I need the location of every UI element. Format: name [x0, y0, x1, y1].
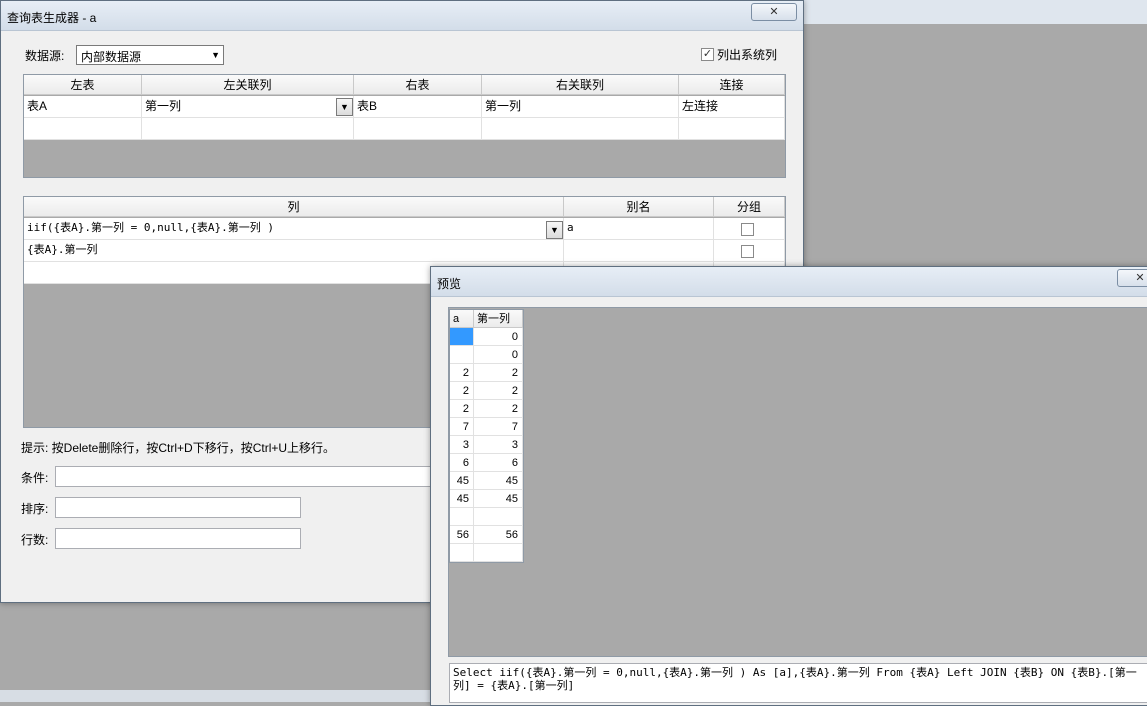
rowcount-label: 行数: [21, 533, 49, 547]
preview-cell-first-column[interactable]: 7 [474, 418, 523, 436]
preview-cell-a[interactable]: 6 [450, 454, 474, 472]
preview-cell-first-column[interactable]: 2 [474, 400, 523, 418]
column-cell-expression[interactable]: {表A}.第一列 [24, 240, 564, 262]
column-cell-group [714, 240, 785, 262]
sql-preview-text[interactable]: Select iif({表A}.第一列 = 0,null,{表A}.第一列 ) … [449, 663, 1147, 703]
preview-cell-a[interactable]: 2 [450, 382, 474, 400]
sort-label: 排序: [21, 502, 49, 516]
join-cell-right-column[interactable]: 第一列 [482, 96, 679, 118]
column-header-expression: 列 [24, 197, 564, 217]
chevron-down-icon[interactable]: ▼ [546, 221, 563, 239]
close-button[interactable]: ✕ [751, 3, 797, 21]
column-header-group: 分组 [714, 197, 785, 217]
column-cell-group [714, 218, 785, 240]
rowcount-input[interactable] [55, 528, 301, 549]
list-system-checkbox[interactable]: ✓ [701, 48, 714, 61]
column-header-alias: 别名 [564, 197, 714, 217]
preview-cell-a[interactable]: 3 [450, 436, 474, 454]
join-new-row-cell[interactable] [142, 118, 354, 140]
preview-cell-a[interactable]: 7 [450, 418, 474, 436]
column-cell-alias[interactable]: a [564, 218, 714, 240]
preview-cell-first-column[interactable]: 6 [474, 454, 523, 472]
condition-input[interactable] [55, 466, 435, 487]
datasource-value: 内部数据源 [81, 50, 142, 64]
titlebar: 查询表生成器 - a ✕ [1, 1, 803, 31]
join-new-row-cell[interactable] [679, 118, 785, 140]
join-header-right-column: 右关联列 [482, 75, 679, 95]
group-checkbox[interactable] [741, 223, 754, 236]
preview-cell-first-column[interactable]: 45 [474, 472, 523, 490]
datasource-select[interactable]: 内部数据源 ▼ [76, 45, 224, 65]
preview-window: 预览 ✕ a 第一列 0 0 2 2 2 2 2 2 7 7 3 3 6 6 45 45 45 45 56 56 Se… [430, 266, 1147, 706]
preview-cell-a[interactable] [450, 544, 474, 562]
background-strip-bottom [0, 690, 440, 702]
chevron-down-icon[interactable]: ▼ [336, 98, 353, 116]
preview-grid: a 第一列 0 0 2 2 2 2 2 2 7 7 3 3 6 6 45 45 45 45 56 56 [449, 309, 524, 563]
preview-cell-first-column[interactable]: 2 [474, 382, 523, 400]
join-new-row-cell[interactable] [354, 118, 482, 140]
join-cell-left-table[interactable]: 表A [24, 96, 142, 118]
preview-cell-a[interactable]: 45 [450, 490, 474, 508]
sort-input[interactable] [55, 497, 301, 518]
group-checkbox[interactable] [741, 245, 754, 258]
preview-cell-first-column[interactable]: 3 [474, 436, 523, 454]
join-grid: 左表 左关联列 右表 右关联列 连接 表A 第一列 ▼ 表B 第一列 左连接 [23, 74, 786, 178]
join-header-join-type: 连接 [679, 75, 785, 95]
column-cell-alias[interactable] [564, 240, 714, 262]
join-header-left-table: 左表 [24, 75, 142, 95]
chevron-down-icon: ▼ [211, 50, 220, 60]
hint-text: 提示: 按Delete删除行，按Ctrl+D下移行，按Ctrl+U上移行。 [21, 441, 336, 455]
preview-titlebar: 预览 ✕ [431, 267, 1147, 297]
preview-cell-a[interactable] [450, 346, 474, 364]
datasource-label: 数据源: [25, 49, 65, 63]
window-title: 查询表生成器 - a [7, 11, 97, 25]
list-system-label: 列出系统列 [717, 48, 778, 62]
preview-grid-area [448, 307, 1147, 657]
preview-cell-first-column[interactable]: 2 [474, 364, 523, 382]
preview-cell-first-column[interactable] [474, 544, 523, 562]
preview-cell-a[interactable] [450, 508, 474, 526]
join-header-left-column: 左关联列 [142, 75, 354, 95]
preview-cell-first-column[interactable]: 56 [474, 526, 523, 544]
preview-cell-first-column[interactable] [474, 508, 523, 526]
join-cell-right-table[interactable]: 表B [354, 96, 482, 118]
preview-cell-a[interactable]: 2 [450, 400, 474, 418]
preview-cell-first-column[interactable]: 45 [474, 490, 523, 508]
column-cell-expression[interactable]: iif({表A}.第一列 = 0,null,{表A}.第一列 ) [24, 218, 564, 240]
join-cell-left-column[interactable]: 第一列 [142, 96, 354, 118]
preview-cell-first-column[interactable]: 0 [474, 328, 523, 346]
preview-title: 预览 [437, 277, 462, 291]
join-new-row-cell[interactable] [24, 118, 142, 140]
join-new-row-cell[interactable] [482, 118, 679, 140]
background-area-bottom [0, 602, 440, 702]
preview-cell-a[interactable] [450, 328, 474, 346]
preview-cell-a[interactable]: 2 [450, 364, 474, 382]
condition-label: 条件: [21, 471, 49, 485]
preview-header-first-column: 第一列 [474, 310, 523, 328]
close-button[interactable]: ✕ [1117, 269, 1147, 287]
preview-cell-first-column[interactable]: 0 [474, 346, 523, 364]
preview-cell-a[interactable]: 45 [450, 472, 474, 490]
join-cell-join-type[interactable]: 左连接 [679, 96, 785, 118]
join-header-right-table: 右表 [354, 75, 482, 95]
preview-cell-a[interactable]: 56 [450, 526, 474, 544]
preview-header-a: a [450, 310, 474, 328]
